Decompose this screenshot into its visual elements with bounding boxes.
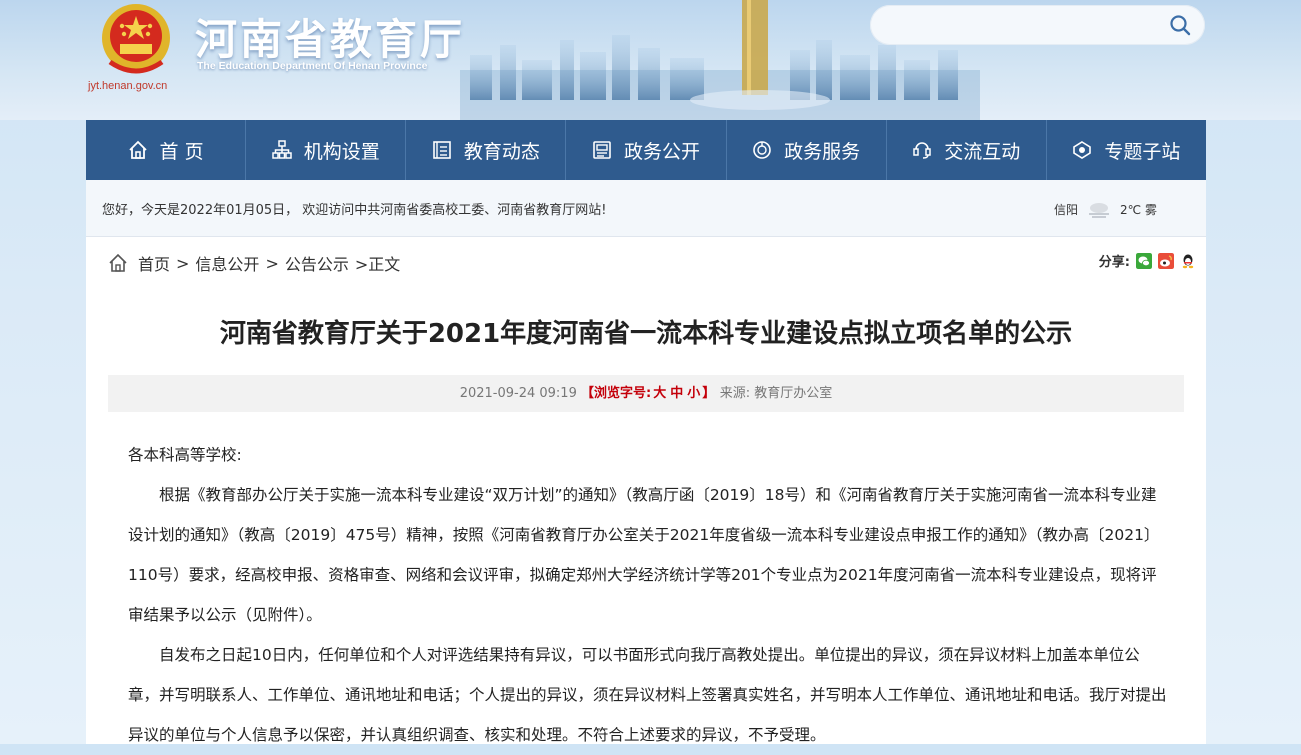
font-size-medium[interactable]: 中 — [670, 386, 683, 401]
national-emblem-icon — [102, 4, 170, 74]
breadcrumb-announcements[interactable]: 公告公示 — [285, 251, 349, 275]
site-header: jyt.henan.gov.cn 河南省教育厅 The Education De… — [0, 0, 1301, 120]
nav-label: 机构设置 — [303, 140, 380, 163]
search-input[interactable] — [888, 13, 1152, 39]
nav-item-interaction[interactable]: 交流互动 — [887, 120, 1047, 180]
article-salutation: 各本科高等学校: — [128, 446, 242, 464]
nav-label: 政务公开 — [623, 140, 700, 163]
breadcrumb-separator: > — [265, 253, 279, 273]
font-size-small[interactable]: 小 — [687, 386, 700, 401]
weibo-share-icon[interactable] — [1158, 252, 1174, 269]
breadcrumb-current: >正文 — [354, 255, 401, 274]
nav-label: 首 页 — [159, 140, 204, 163]
font-size-label: 【浏览字号: — [580, 386, 652, 401]
nav-label: 教育动态 — [463, 140, 540, 163]
article-paragraph: 自发布之日起10日内，任何单位和个人对评选结果持有异议，可以书面形式向我厅高教处… — [128, 646, 1167, 744]
share-bar: 分享: — [1099, 251, 1196, 270]
weather-condition: 2℃ 雾 — [1120, 202, 1157, 217]
public-icon — [593, 141, 611, 159]
nav-item-education-news[interactable]: 教育动态 — [406, 120, 567, 180]
nav-label: 政务服务 — [784, 140, 861, 163]
breadcrumb-info-public[interactable]: 信息公开 — [195, 251, 259, 275]
nav-item-home[interactable]: 首 页 — [86, 120, 247, 180]
article-date: 2021-09-24 09:19 — [459, 386, 577, 401]
service-icon — [753, 141, 771, 159]
wechat-share-icon[interactable] — [1136, 252, 1152, 269]
weather-city: 信阳 — [1054, 202, 1079, 217]
news-icon — [433, 141, 451, 159]
subsite-icon — [1073, 141, 1092, 159]
font-size-label-close: 】 — [702, 386, 716, 401]
nav-label: 交流互动 — [944, 140, 1021, 163]
search-box — [870, 5, 1205, 45]
nav-item-organization[interactable]: 机构设置 — [246, 120, 407, 180]
article-paragraph: 根据《教育部办公厅关于实施一流本科专业建设“双万计划”的通知》（教高厅函〔201… — [128, 486, 1160, 624]
org-icon — [271, 140, 292, 159]
nav-item-government-affairs[interactable]: 政务公开 — [566, 120, 727, 180]
welcome-bar: 您好，今天是2022年01月05日， 欢迎访问中共河南省委高校工委、河南省教育厅… — [86, 180, 1206, 237]
font-size-selector: 【浏览字号: 大中小】 — [581, 386, 720, 401]
article-source: 来源: 教育厅办公室 — [719, 386, 833, 401]
article-title: 河南省教育厅关于2021年度河南省一流本科专业建设点拟立项名单的公示 — [219, 319, 1073, 349]
share-label: 分享: — [1098, 255, 1130, 270]
nav-label: 专题子站 — [1104, 140, 1181, 163]
site-logo-title[interactable]: 河南省教育厅 — [195, 6, 465, 67]
welcome-message: 您好，今天是2022年01月05日， 欢迎访问中共河南省委高校工委、河南省教育厅… — [102, 203, 607, 218]
site-url: jyt.henan.gov.cn — [88, 80, 168, 92]
home-icon — [109, 253, 127, 272]
nav-item-subsites[interactable]: 专题子站 — [1047, 120, 1206, 180]
article-meta: 2021-09-24 09:19 【浏览字号: 大中小】 来源: 教育厅办公室 — [108, 375, 1184, 412]
qq-share-icon[interactable] — [1180, 252, 1196, 269]
site-logo-subtitle: The Education Department Of Henan Provin… — [197, 60, 428, 72]
search-icon[interactable] — [1169, 14, 1191, 36]
article-panel: 首页 > 信息公开 > 公告公示 >正文 分享: 河南省教育厅关于2021年度河… — [86, 237, 1206, 744]
interact-icon — [913, 142, 932, 159]
breadcrumb: 首页 > 信息公开 > 公告公示 >正文 — [108, 251, 400, 275]
weather-widget: 信阳 2℃ 雾 — [1054, 200, 1157, 218]
breadcrumb-home[interactable]: 首页 — [138, 251, 170, 275]
breadcrumb-separator: > — [176, 253, 190, 273]
main-nav: 首 页 机构设置 教育动态 政务公开 政务服务 交流互动 专题子站 — [86, 120, 1206, 180]
fog-weather-icon — [1089, 203, 1110, 218]
nav-item-government-service[interactable]: 政务服务 — [727, 120, 887, 180]
font-size-large[interactable]: 大 — [653, 386, 666, 401]
home-icon — [128, 140, 147, 159]
article-body: 各本科高等学校: 根据《教育部办公厅关于实施一流本科专业建设“双万计划”的通知》… — [128, 435, 1168, 755]
